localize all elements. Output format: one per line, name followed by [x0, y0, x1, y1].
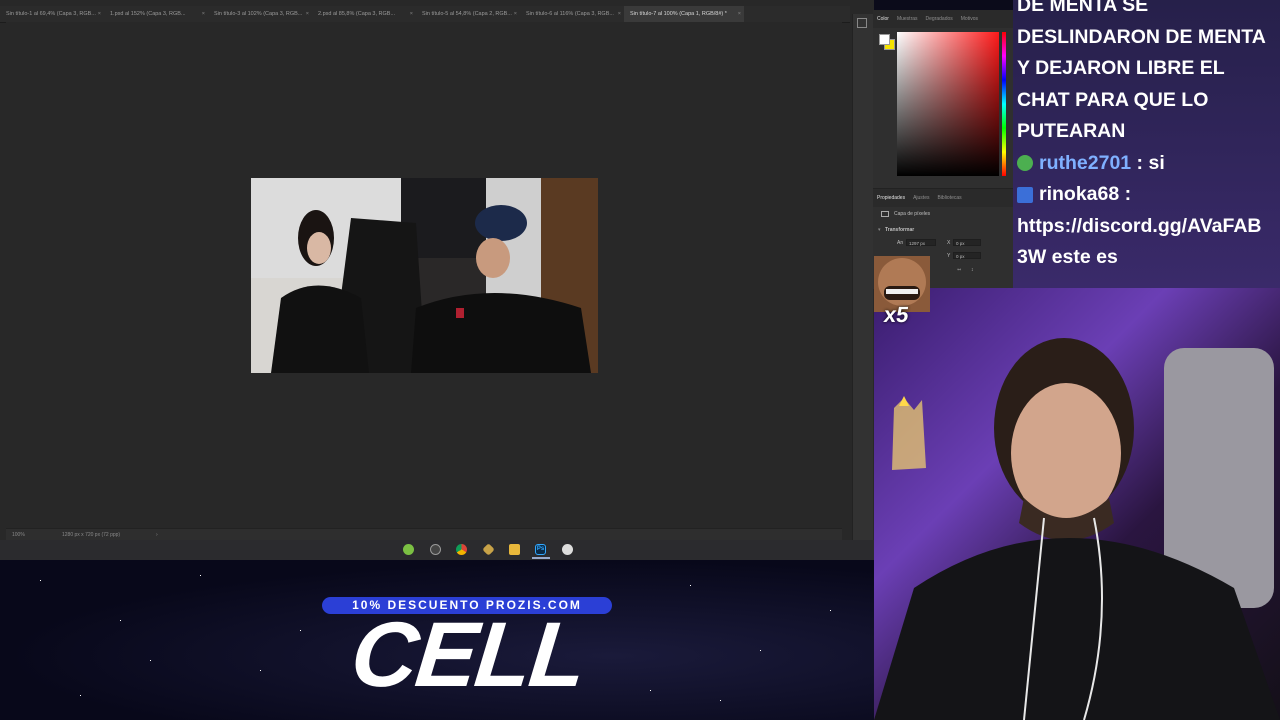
right-panels: Color Muestras Degradados Motivos Propie…: [873, 10, 1013, 289]
color-panel-tabs: Color Muestras Degradados Motivos: [873, 10, 1013, 28]
taskbar: Ps: [0, 540, 874, 560]
tab-gradients[interactable]: Degradados: [926, 16, 953, 22]
tab-libraries[interactable]: Bibliotecas: [937, 195, 961, 201]
chrome-icon[interactable]: [456, 544, 467, 555]
close-icon[interactable]: ×: [618, 6, 621, 22]
tab-properties[interactable]: Propiedades: [877, 195, 905, 201]
panel-dock-strip: [852, 14, 873, 540]
zoom-readout[interactable]: 100%: [12, 532, 25, 538]
chat-separator: :: [1131, 151, 1149, 174]
document-tab[interactable]: Sin título-6 al 116% (Capa 3, RGB... ×: [520, 6, 624, 22]
app-tool-icon[interactable]: [482, 543, 495, 556]
width-label: An: [897, 240, 904, 246]
status-arrow-icon[interactable]: ›: [156, 532, 158, 538]
width-field[interactable]: 1297 px: [906, 239, 936, 246]
document-tab[interactable]: Sin título-5 al 54,8% (Capa 2, RGB... ×: [416, 6, 520, 22]
tab-label: Sin título-7 al 100% (Capa 1, RGB/8#) *: [630, 11, 727, 17]
chat-link-line: 3W este es: [1017, 246, 1118, 268]
chat-overlay: DE MENTA SE DESLINDARON DE MENTA Y DEJAR…: [1013, 0, 1280, 288]
chat-username: rinoka68: [1039, 183, 1120, 205]
tab-label: Sin título-1 al 69,4% (Capa 3, RGB...: [6, 11, 96, 17]
webcam-feed: [874, 288, 1280, 720]
chat-text-line: PUTEARAN: [1017, 120, 1126, 142]
document-size: 1280 px x 720 px (72 ppp): [62, 532, 121, 538]
panel-toggle-icon[interactable]: [857, 18, 867, 28]
expand-arrow-icon[interactable]: ▾: [878, 227, 881, 233]
tab-label: 1.psd al 152% (Capa 3, RGB...: [110, 11, 186, 17]
flip-vertical-icon[interactable]: ↕: [971, 267, 974, 273]
document-tab[interactable]: Sin título-1 al 69,4% (Capa 3, RGB... ×: [0, 6, 104, 22]
emote-count-label: x5: [882, 302, 911, 327]
tab-label: 2.psd al 85,8% (Capa 3, RGB...: [318, 11, 396, 17]
chat-message-text: si: [1148, 151, 1165, 174]
user-badge-icon: [1017, 186, 1033, 203]
document-tab[interactable]: 2.psd al 85,8% (Capa 3, RGB... ×: [312, 6, 416, 22]
y-label: Y: [947, 253, 951, 259]
hue-slider[interactable]: [1002, 32, 1006, 176]
document-tab-bar: Sin título-1 al 69,4% (Capa 3, RGB... × 1…: [0, 6, 850, 23]
tab-swatches[interactable]: Muestras: [897, 16, 918, 22]
folder-icon[interactable]: [509, 544, 520, 555]
document-image[interactable]: [251, 178, 598, 373]
close-icon[interactable]: ×: [98, 6, 101, 22]
document-tab[interactable]: 1.psd al 152% (Capa 3, RGB... ×: [104, 6, 208, 22]
chat-text-line: CHAT PARA QUE LO: [1017, 88, 1209, 111]
chat-link-line: https://discord.gg/AVaFAB: [1017, 214, 1262, 237]
app-green-icon[interactable]: [403, 544, 414, 555]
tab-label: Sin título-3 al 102% (Capa 3, RGB...: [214, 11, 303, 17]
close-icon[interactable]: ×: [738, 6, 741, 22]
chat-separator: :: [1119, 183, 1132, 205]
close-icon[interactable]: ×: [410, 6, 413, 22]
tab-label: Sin título-6 al 116% (Capa 3, RGB...: [526, 11, 614, 17]
tab-patterns[interactable]: Motivos: [961, 16, 978, 22]
chat-username: ruthe2701: [1039, 151, 1132, 174]
chat-text-line: Y DEJARON LIBRE EL: [1017, 57, 1225, 79]
x-field[interactable]: 0 px: [953, 239, 981, 246]
document-tab[interactable]: Sin título-3 al 102% (Capa 3, RGB... ×: [208, 6, 312, 22]
chat-text-line: DE MENTA SE: [1017, 0, 1149, 16]
tab-adjustments[interactable]: Ajustes: [913, 195, 929, 201]
chat-message: rinoka68 :: [1013, 179, 1280, 211]
y-field[interactable]: 0 px: [953, 252, 981, 259]
photoshop-icon[interactable]: Ps: [535, 544, 546, 555]
x-label: X: [947, 240, 951, 246]
tab-label: Sin título-5 al 54,8% (Capa 2, RGB...: [422, 11, 512, 17]
close-icon[interactable]: ×: [202, 6, 205, 22]
chat-text-line: DESLINDARON DE MENTA: [1017, 25, 1266, 48]
foreground-color-swatch[interactable]: [879, 34, 890, 45]
close-icon[interactable]: ×: [306, 6, 309, 22]
color-picker-field[interactable]: [897, 32, 999, 176]
transform-heading: Transformar: [885, 227, 915, 233]
tab-color[interactable]: Color: [877, 16, 889, 22]
stream-photo: [251, 178, 598, 373]
user-badge-icon: [1017, 155, 1033, 172]
layer-kind-label: Capa de píxeles: [894, 211, 931, 217]
streamer-figure: [874, 338, 1280, 720]
active-app-indicator: [532, 557, 550, 559]
close-icon[interactable]: ×: [514, 6, 517, 22]
promo-brand-text: CELL: [346, 604, 590, 706]
pixel-layer-icon: [881, 211, 889, 217]
photoshop-window: Sin título-1 al 69,4% (Capa 3, RGB... × 1…: [0, 0, 1013, 541]
flip-horizontal-icon[interactable]: ⇿: [957, 267, 961, 273]
app-white-icon[interactable]: [562, 544, 573, 555]
properties-tabs: Propiedades Ajustes Bibliotecas: [873, 189, 1013, 207]
promo-banner: 10% DESCUENTO PROZIS.COM: [322, 597, 612, 614]
document-tab-active[interactable]: Sin título-7 al 100% (Capa 1, RGB/8#) * ×: [624, 6, 744, 22]
obs-icon[interactable]: [430, 544, 441, 555]
chat-message: ruthe2701 : si: [1013, 148, 1280, 180]
